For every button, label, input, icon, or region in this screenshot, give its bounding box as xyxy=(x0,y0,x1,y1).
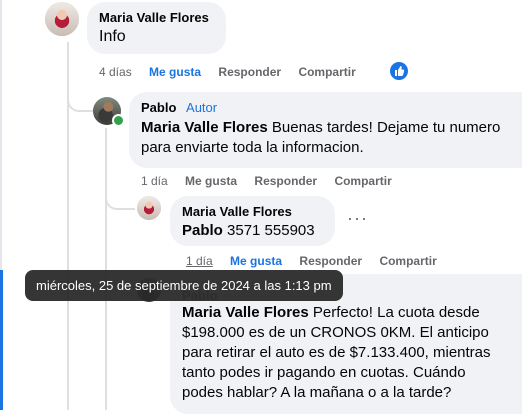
comment-time[interactable]: 1 día xyxy=(141,174,168,188)
mention-link[interactable]: Pablo xyxy=(182,222,223,239)
comment-actions: 4 días Me gusta Responder Compartir xyxy=(99,65,370,79)
comment-text: Info xyxy=(99,28,126,45)
comment-actions: 1 día Me gusta Responder Compartir xyxy=(186,254,451,268)
comment-bubble: Pablo Autor Maria Valle Flores Buenas ta… xyxy=(129,92,522,168)
thread-connector xyxy=(105,188,135,210)
like-thumb-icon[interactable] xyxy=(388,60,410,82)
share-button[interactable]: Compartir xyxy=(379,254,436,268)
comment-author[interactable]: Pablo xyxy=(141,100,176,115)
comment-bubble: Maria Valle Flores Info xyxy=(87,2,226,54)
comment-author[interactable]: Maria Valle Flores xyxy=(182,204,323,219)
comment-time[interactable]: 1 día xyxy=(186,254,213,268)
comment-bubble: Maria Valle Flores Pablo 3571 555903 xyxy=(170,196,335,246)
share-button[interactable]: Compartir xyxy=(334,174,391,188)
reply-button[interactable]: Responder xyxy=(299,254,362,268)
comment-time[interactable]: 4 días xyxy=(99,65,132,79)
author-badge: Autor xyxy=(186,100,218,115)
online-status-icon xyxy=(112,114,125,127)
comment-actions: 1 día Me gusta Responder Compartir xyxy=(141,174,406,188)
avatar[interactable] xyxy=(45,2,79,36)
comment-text: 3571 555903 xyxy=(222,222,315,239)
more-options-icon[interactable]: ··· xyxy=(347,208,368,229)
comment-author[interactable]: Maria Valle Flores xyxy=(99,10,214,25)
reply-button[interactable]: Responder xyxy=(254,174,317,188)
focus-indicator xyxy=(0,270,3,410)
avatar[interactable] xyxy=(137,196,161,220)
mention-link[interactable]: Maria Valle Flores xyxy=(141,119,268,136)
thread-connector xyxy=(67,92,93,112)
mention-link[interactable]: Maria Valle Flores xyxy=(182,304,309,321)
share-button[interactable]: Compartir xyxy=(298,65,355,79)
reply-button[interactable]: Responder xyxy=(218,65,281,79)
like-button[interactable]: Me gusta xyxy=(185,174,237,188)
thread-line xyxy=(105,128,107,410)
like-button[interactable]: Me gusta xyxy=(149,65,201,79)
like-button[interactable]: Me gusta xyxy=(230,254,282,268)
timestamp-tooltip: miércoles, 25 de septiembre de 2024 a la… xyxy=(25,270,343,301)
